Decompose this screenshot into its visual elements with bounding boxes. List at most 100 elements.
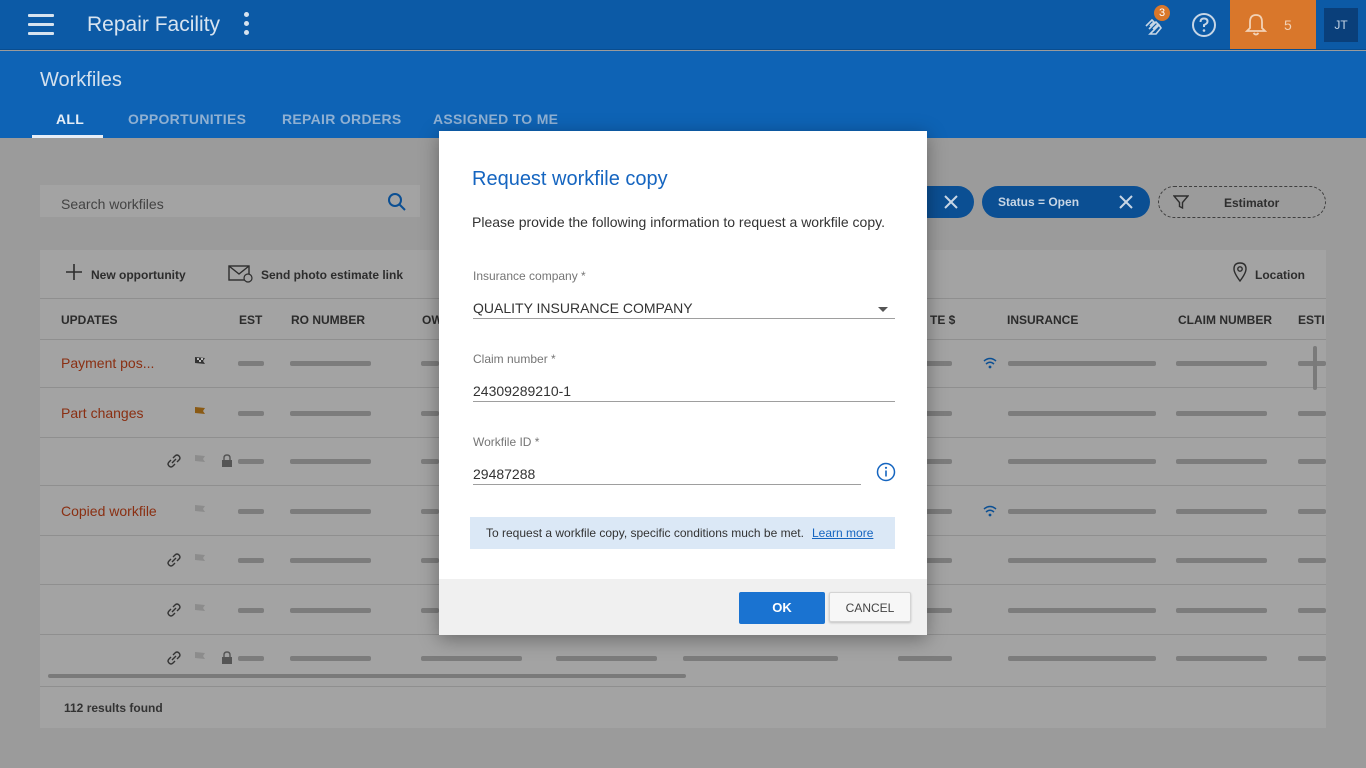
placeholder-cell <box>290 361 371 366</box>
location-label: Location <box>1255 268 1305 282</box>
search-icon[interactable] <box>387 192 407 212</box>
placeholder-cell <box>1176 361 1267 366</box>
row-update-label[interactable]: Payment pos... <box>61 355 154 371</box>
col-header-updates[interactable]: UPDATES <box>61 313 117 327</box>
cancel-button[interactable]: CANCEL <box>829 592 911 622</box>
wifi-icon <box>983 504 997 518</box>
chevron-down-icon[interactable] <box>878 307 888 312</box>
active-tab-indicator <box>32 135 103 138</box>
field-underline <box>473 318 895 319</box>
link-icon[interactable] <box>167 553 181 567</box>
placeholder-cell <box>1298 656 1326 661</box>
mail-icon <box>228 265 253 283</box>
location-pin-icon <box>1233 262 1247 282</box>
claim-number-value: 24309289210-1 <box>473 383 572 399</box>
claim-number-label: Claim number * <box>473 352 556 366</box>
dialog-title: Request workfile copy <box>472 168 668 190</box>
tab-repair-orders[interactable]: REPAIR ORDERS <box>282 111 402 127</box>
workfile-id-value: 29487288 <box>473 466 536 482</box>
learn-more-link[interactable]: Learn more <box>812 526 873 540</box>
placeholder-cell <box>421 361 439 366</box>
placeholder-cell <box>1176 459 1267 464</box>
placeholder-cell <box>1298 509 1326 514</box>
placeholder-cell <box>1176 509 1267 514</box>
placeholder-cell <box>1176 608 1267 613</box>
workfile-id-field[interactable]: Workfile ID * 29487288 <box>473 435 895 485</box>
placeholder-cell <box>290 608 371 613</box>
placeholder-cell <box>1298 361 1326 366</box>
placeholder-cell <box>1298 608 1326 613</box>
filter-chip-status[interactable]: Status = Open <box>982 186 1150 218</box>
filter-icon <box>1173 195 1189 210</box>
filter-chip-estimator[interactable]: Estimator <box>1158 186 1326 218</box>
chip-status-label: Status = Open <box>998 195 1080 209</box>
placeholder-cell <box>421 411 439 416</box>
placeholder-cell <box>238 411 264 416</box>
placeholder-cell <box>1176 558 1267 563</box>
vertical-scrollbar[interactable] <box>1313 346 1317 390</box>
flag-icon <box>193 553 207 567</box>
results-count: 112 results found <box>64 701 163 715</box>
tab-opportunities[interactable]: OPPORTUNITIES <box>128 111 246 127</box>
col-header-estimator[interactable]: ESTI <box>1298 313 1325 327</box>
placeholder-cell <box>1176 656 1267 661</box>
placeholder-cell <box>1298 558 1326 563</box>
app-bar: Repair Facility 3 5 JT <box>0 0 1366 50</box>
placeholder-cell <box>290 509 371 514</box>
more-vert-icon[interactable] <box>242 12 250 38</box>
row-update-label[interactable]: Copied workfile <box>61 503 157 519</box>
link-icon[interactable] <box>167 454 181 468</box>
col-header-claim-number[interactable]: CLAIM NUMBER <box>1178 313 1272 327</box>
page-title: Workfiles <box>40 69 122 91</box>
col-header-estimate[interactable]: TE $ <box>930 313 955 327</box>
hands-icon[interactable]: 3 <box>1140 5 1170 40</box>
tab-assigned-to-me[interactable]: ASSIGNED TO ME <box>433 111 558 127</box>
flag-icon <box>193 504 207 518</box>
placeholder-cell <box>683 656 838 661</box>
col-header-est[interactable]: EST <box>239 313 262 327</box>
close-icon[interactable] <box>942 193 960 211</box>
row-update-label[interactable]: Part changes <box>61 405 144 421</box>
horizontal-scrollbar[interactable] <box>48 674 686 678</box>
menu-icon[interactable] <box>28 14 54 36</box>
avatar[interactable]: JT <box>1324 8 1358 42</box>
placeholder-cell <box>290 656 371 661</box>
claim-number-field[interactable]: Claim number * 24309289210-1 <box>473 352 895 402</box>
insurance-company-select[interactable]: Insurance company * QUALITY INSURANCE CO… <box>473 269 895 319</box>
placeholder-cell <box>238 361 264 366</box>
lock-icon <box>220 454 234 468</box>
tab-all[interactable]: ALL <box>56 111 84 127</box>
request-workfile-copy-dialog: Request workfile copy Please provide the… <box>439 131 927 635</box>
lock-icon <box>220 651 234 665</box>
flag-icon <box>193 651 207 665</box>
ok-button[interactable]: OK <box>739 592 825 624</box>
placeholder-cell <box>1008 361 1156 366</box>
search-input[interactable]: Search workfiles <box>40 185 420 217</box>
placeholder-cell <box>1008 459 1156 464</box>
col-header-insurance[interactable]: INSURANCE <box>1007 313 1078 327</box>
placeholder-cell <box>238 558 264 563</box>
chip-estimator-label: Estimator <box>1224 196 1280 210</box>
flag-icon <box>193 406 207 420</box>
placeholder-cell <box>421 558 439 563</box>
notifications-button[interactable]: 5 <box>1230 0 1316 49</box>
placeholder-cell <box>1298 411 1326 416</box>
flag-icon <box>193 454 207 468</box>
hands-badge: 3 <box>1154 5 1170 21</box>
placeholder-cell <box>898 656 952 661</box>
col-header-ro-number[interactable]: RO NUMBER <box>291 313 365 327</box>
page-header: Workfiles ALL OPPORTUNITIES REPAIR ORDER… <box>0 51 1366 138</box>
info-icon[interactable] <box>876 462 896 482</box>
link-icon[interactable] <box>167 603 181 617</box>
link-icon[interactable] <box>167 651 181 665</box>
placeholder-cell <box>421 459 439 464</box>
dialog-footer: OK CANCEL <box>439 579 927 635</box>
help-icon[interactable] <box>1191 12 1217 38</box>
close-icon[interactable] <box>1117 193 1135 211</box>
placeholder-cell <box>1008 411 1156 416</box>
notification-count: 5 <box>1284 17 1292 33</box>
placeholder-cell <box>1008 509 1156 514</box>
bell-icon <box>1244 14 1268 36</box>
placeholder-cell <box>421 608 439 613</box>
placeholder-cell <box>238 509 264 514</box>
